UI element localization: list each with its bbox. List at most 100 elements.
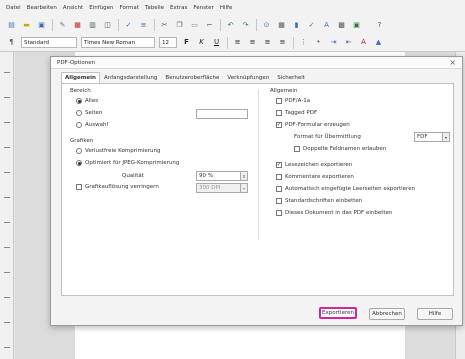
general-tab-panel: Bereich Alles Seiten Auswahl Grafiken Ve… (61, 83, 454, 296)
checkbox-indicator (276, 198, 282, 204)
edit-icon[interactable]: ✎ (57, 20, 68, 31)
format-paintbrush-icon[interactable]: ⌐ (204, 20, 215, 31)
find-icon[interactable]: A (321, 20, 332, 31)
close-icon[interactable]: × (449, 58, 456, 67)
ruler-tick (4, 297, 10, 298)
numbering-icon[interactable]: ⋮ (298, 37, 309, 48)
hyperlink-icon[interactable]: ⊙ (261, 20, 272, 31)
submit-format-select[interactable]: FDF ▾ (414, 132, 450, 142)
copy-icon[interactable]: ❐ (174, 20, 185, 31)
font-name-select[interactable]: Times New Roman (81, 37, 155, 48)
save-icon[interactable]: ▣ (36, 20, 47, 31)
cancel-button[interactable]: Abbrechen (369, 308, 405, 320)
align-right-icon[interactable]: ≡ (262, 37, 273, 48)
duplicate-fields-checkbox[interactable]: Doppelte Feldnamen erlauben (294, 146, 386, 152)
help-button[interactable]: Hilfe (417, 308, 453, 320)
checkbox-indicator: ✓ (276, 121, 282, 128)
reduce-resolution-checkbox[interactable]: Grafikauflösung verringern (76, 184, 159, 190)
tab-anfangsdarstellung[interactable]: Anfangsdarstellung (100, 72, 161, 83)
quality-value: 90 % (199, 173, 213, 179)
ruler-tick (4, 222, 10, 223)
ruler-tick (4, 97, 10, 98)
resolution-select[interactable]: 300 DPI ▾ (196, 183, 248, 193)
export-bookmarks-checkbox[interactable]: ✓ Lesezeichen exportieren (276, 162, 352, 168)
embed-fonts-checkbox[interactable]: Standardschriften einbetten (276, 198, 362, 204)
embed-document-checkbox[interactable]: Dieses Dokument in das PDF einbetten (276, 210, 392, 216)
help-icon[interactable]: ? (374, 20, 385, 31)
outdent-icon[interactable]: ⇤ (343, 37, 354, 48)
ruler-tick (4, 197, 10, 198)
menu-einfuegen[interactable]: Einfügen (89, 5, 113, 11)
tab-allgemein[interactable]: Allgemein (61, 72, 100, 83)
highlight-icon[interactable]: ▲ (373, 37, 384, 48)
dropdown-arrow-icon[interactable]: ▾ (240, 184, 247, 192)
tab-verknuepfungen[interactable]: Verknüpfungen (223, 72, 273, 83)
dropdown-arrow-icon[interactable]: ▾ (442, 133, 449, 141)
bullets-icon[interactable]: • (313, 37, 324, 48)
ruler-tick (4, 72, 10, 73)
navigator-icon[interactable]: ▩ (336, 20, 347, 31)
menu-bar: Datei Bearbeiten Ansicht Einfügen Format… (0, 0, 465, 16)
export-button[interactable]: Exportieren (319, 307, 357, 319)
pdfa-checkbox[interactable]: PDF/A-1a (276, 98, 310, 104)
standard-toolbar: ▤ ▬ ▣ ✎ ▦ ▥ ◫ ✓ ≡ ✂ ❐ ▭ ⌐ ↶ ↷ ⊙ ▦ ▮ ✓ A … (0, 16, 465, 34)
align-left-icon[interactable]: ≡ (232, 37, 243, 48)
tagged-pdf-checkbox[interactable]: Tagged PDF (276, 110, 317, 116)
jpeg-compression-radio[interactable]: Optimiert für JPEG-Komprimierung (76, 160, 179, 166)
italic-icon[interactable]: K (196, 37, 207, 48)
menu-datei[interactable]: Datei (6, 5, 21, 11)
font-color-icon[interactable]: A (358, 37, 369, 48)
indent-icon[interactable]: ⇥ (328, 37, 339, 48)
range-pages-radio[interactable]: Seiten (76, 110, 102, 116)
undo-icon[interactable]: ↶ (225, 20, 236, 31)
embed-fonts-label: Standardschriften einbetten (285, 198, 363, 204)
font-size-select[interactable]: 12 (159, 37, 177, 48)
menu-fenster[interactable]: Fenster (193, 5, 213, 11)
dialog-tabs: Allgemein Anfangsdarstellung Benutzerobe… (61, 71, 309, 83)
range-all-radio[interactable]: Alles (76, 98, 98, 104)
tab-sicherheit[interactable]: Sicherheit (273, 72, 309, 83)
spellcheck-icon[interactable]: ✓ (123, 20, 134, 31)
paragraph-style-select[interactable]: Standard (21, 37, 77, 48)
menu-extras[interactable]: Extras (170, 5, 187, 11)
radio-indicator (76, 110, 82, 116)
toolbar-separator (52, 19, 53, 31)
export-blank-pages-checkbox[interactable]: Automatisch eingefügte Leerseiten export… (276, 186, 415, 192)
checkbox-indicator (294, 146, 300, 152)
print-preview-icon[interactable]: ◫ (102, 20, 113, 31)
autocorrect-icon[interactable]: ≡ (138, 20, 149, 31)
ruler-tick (4, 347, 10, 348)
print-icon[interactable]: ▥ (87, 20, 98, 31)
pages-input[interactable] (196, 109, 248, 119)
menu-hilfe[interactable]: Hilfe (220, 5, 233, 11)
paste-icon[interactable]: ▭ (189, 20, 200, 31)
export-pdf-icon[interactable]: ▦ (72, 20, 83, 31)
underline-icon[interactable]: U (211, 37, 222, 48)
bold-icon[interactable]: F (181, 37, 192, 48)
table-icon[interactable]: ▦ (276, 20, 287, 31)
tab-benutzeroberflaeche[interactable]: Benutzeroberfläche (161, 72, 223, 83)
redo-icon[interactable]: ↷ (240, 20, 251, 31)
menu-tabelle[interactable]: Tabelle (145, 5, 164, 11)
create-form-checkbox[interactable]: ✓ PDF-Formular erzeugen (276, 122, 350, 128)
align-center-icon[interactable]: ≡ (247, 37, 258, 48)
new-document-icon[interactable]: ▤ (6, 20, 17, 31)
open-icon[interactable]: ▬ (21, 20, 32, 31)
justify-icon[interactable]: ≡ (277, 37, 288, 48)
menu-ansicht[interactable]: Ansicht (63, 5, 83, 11)
draw-icon[interactable]: ✓ (306, 20, 317, 31)
range-selection-radio[interactable]: Auswahl (76, 122, 108, 128)
cut-icon[interactable]: ✂ (159, 20, 170, 31)
menu-format[interactable]: Format (120, 5, 139, 11)
export-bookmarks-label: Lesezeichen exportieren (285, 162, 353, 168)
quality-spinbox[interactable]: 90 % ⇕ (196, 171, 248, 181)
dialog-titlebar: PDF-Optionen × (51, 57, 462, 69)
styles-icon[interactable]: ¶ (6, 37, 17, 48)
export-comments-checkbox[interactable]: Kommentare exportieren (276, 174, 354, 180)
lossless-compression-radio[interactable]: Verlustfreie Komprimierung (76, 148, 160, 154)
menu-bearbeiten[interactable]: Bearbeiten (27, 5, 57, 11)
gallery-icon[interactable]: ▣ (351, 20, 362, 31)
chart-icon[interactable]: ▮ (291, 20, 302, 31)
spin-arrows-icon[interactable]: ⇕ (240, 172, 247, 180)
toolbar-separator (293, 36, 294, 49)
